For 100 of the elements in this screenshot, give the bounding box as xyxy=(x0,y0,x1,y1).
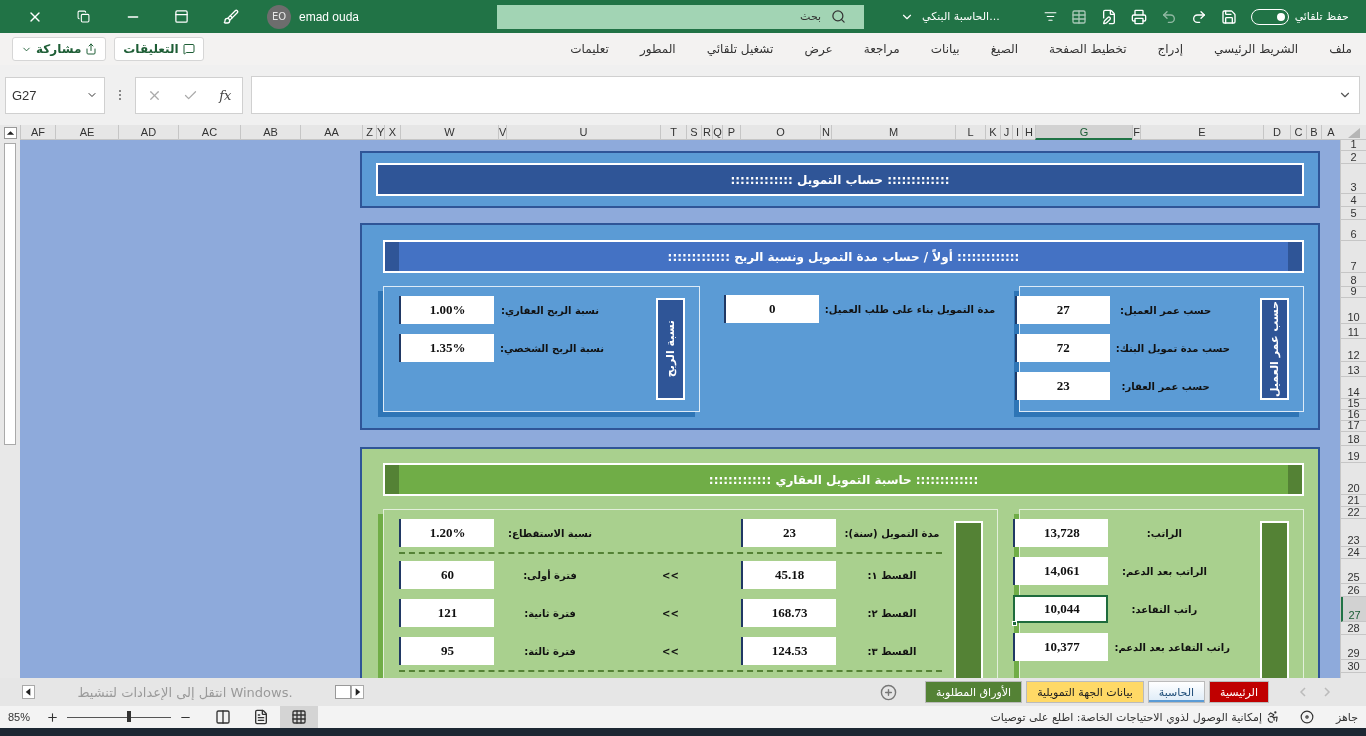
row-header[interactable]: 22 xyxy=(1341,507,1366,519)
zoom-level[interactable]: 85% xyxy=(8,711,31,723)
table-icon[interactable] xyxy=(1070,8,1087,25)
value-cell[interactable]: 13,728 xyxy=(1013,519,1109,547)
row-header[interactable]: 9 xyxy=(1341,287,1366,298)
ribbon-tab[interactable]: تشغيل تلقائي xyxy=(706,42,774,56)
row-header[interactable]: 17 xyxy=(1341,421,1366,432)
row-header[interactable]: 20 xyxy=(1341,463,1366,495)
row-header[interactable]: 25 xyxy=(1341,559,1366,584)
file-pen-icon[interactable] xyxy=(1100,8,1117,25)
search-field[interactable]: بحث xyxy=(497,4,865,29)
row-header[interactable]: 15 xyxy=(1341,399,1366,410)
horizontal-scroll-thumb[interactable] xyxy=(335,685,351,699)
accessibility-status[interactable]: إمكانية الوصول لذوي الاحتياجات الخاصة: اطلع على توصيات xyxy=(990,710,1262,724)
sheet-tab[interactable]: بيانات الجهة التمويلية xyxy=(1026,681,1144,703)
value-cell[interactable]: 95 xyxy=(399,637,494,665)
value-cell[interactable]: 1.20% xyxy=(399,519,494,547)
value-cell[interactable]: 10,044 xyxy=(1013,595,1109,623)
ribbon-tab[interactable]: عرض xyxy=(804,42,833,56)
ribbon-tab[interactable]: إدراج xyxy=(1157,42,1184,56)
column-header[interactable]: G xyxy=(1035,125,1132,140)
field-label: القسط ٣: xyxy=(866,645,918,657)
row-header[interactable]: 13 xyxy=(1341,362,1366,377)
undo-icon[interactable] xyxy=(1160,8,1177,25)
ribbon-display-icon[interactable] xyxy=(174,9,189,24)
value-cell[interactable]: 23 xyxy=(1014,372,1110,400)
scroll-right-icon[interactable] xyxy=(351,685,364,699)
row-header[interactable]: 27 xyxy=(1341,597,1366,622)
row-header[interactable]: 6 xyxy=(1341,220,1366,241)
restore-icon[interactable] xyxy=(77,10,90,23)
ribbon-tab[interactable]: تخطيط الصفحة xyxy=(1049,42,1127,56)
ribbon-tab[interactable]: الشريط الرئيسي xyxy=(1214,42,1299,56)
ribbon-tab[interactable]: مراجعة xyxy=(863,42,900,56)
scroll-thumb[interactable] xyxy=(4,143,16,445)
row-header[interactable]: 28 xyxy=(1341,622,1366,635)
value-cell[interactable]: 72 xyxy=(1014,334,1110,362)
scroll-left-icon[interactable] xyxy=(22,685,35,699)
accessibility-icon[interactable] xyxy=(1265,710,1280,724)
arrow-text: >> xyxy=(661,607,680,619)
arrow-text: >> xyxy=(661,645,680,657)
formula-input[interactable] xyxy=(251,76,1360,114)
value-cell[interactable]: 0 xyxy=(723,295,819,323)
row-header[interactable]: 1 xyxy=(1341,140,1366,151)
value-cell[interactable]: 1.35% xyxy=(399,334,494,362)
value-cell[interactable]: 23 xyxy=(741,519,836,547)
row-header[interactable]: 24 xyxy=(1341,547,1366,559)
field-label: الراتب: xyxy=(1145,527,1183,539)
row-header[interactable]: 21 xyxy=(1341,495,1366,507)
zoom-thumb[interactable] xyxy=(127,711,132,722)
value-cell[interactable]: 168.73 xyxy=(741,599,836,627)
add-sheet-icon[interactable] xyxy=(880,683,897,701)
name-box[interactable]: G27 xyxy=(5,76,105,114)
row-header[interactable]: 18 xyxy=(1341,432,1366,446)
share-button[interactable]: مشاركة xyxy=(12,37,107,61)
row-header[interactable]: 11 xyxy=(1341,324,1366,339)
value-cell[interactable]: 14,061 xyxy=(1013,557,1109,585)
value-cell[interactable]: 45.18 xyxy=(741,561,836,589)
field-label: القسط ١: xyxy=(866,569,918,581)
ribbon-tab[interactable]: تعليمات xyxy=(570,42,609,56)
ribbon-tab[interactable]: بيانات xyxy=(930,42,960,56)
row-header[interactable]: 12 xyxy=(1341,339,1366,362)
save-icon[interactable] xyxy=(1220,8,1237,25)
sheet-tab[interactable]: الحاسبة xyxy=(1147,681,1206,703)
value-cell[interactable]: 124.53 xyxy=(741,637,836,665)
ribbon-tab[interactable]: ملف xyxy=(1329,42,1352,56)
printer-icon[interactable] xyxy=(1130,8,1147,25)
vertical-scrollbar[interactable] xyxy=(0,125,20,678)
sheet-tab[interactable]: الأوراق المطلوبة xyxy=(925,681,1023,703)
row-header[interactable]: 29 xyxy=(1341,635,1366,660)
value-cell[interactable]: 1.00% xyxy=(399,296,494,324)
value-cell[interactable]: 10,377 xyxy=(1013,633,1109,661)
brush-icon[interactable] xyxy=(222,8,239,25)
value-cell[interactable]: 60 xyxy=(399,561,494,589)
customize-icon[interactable] xyxy=(1043,10,1057,23)
row-header[interactable]: 8 xyxy=(1341,273,1366,287)
user-avatar[interactable]: EO xyxy=(267,4,291,29)
row-header[interactable]: 2 xyxy=(1341,151,1366,164)
row-header[interactable]: 30 xyxy=(1341,660,1366,673)
zoom-in-icon[interactable] xyxy=(46,710,60,724)
ribbon-tab[interactable]: المطور xyxy=(639,42,676,56)
row-header[interactable]: 23 xyxy=(1341,519,1366,547)
view-button[interactable] xyxy=(280,706,319,728)
row-header[interactable]: 16 xyxy=(1341,410,1366,421)
row-header[interactable]: 5 xyxy=(1341,207,1366,220)
row-header[interactable]: 10 xyxy=(1341,298,1366,324)
row-header[interactable]: 7 xyxy=(1341,241,1366,273)
macro-record-icon[interactable] xyxy=(1299,710,1314,724)
scroll-up-icon[interactable] xyxy=(3,127,17,139)
file-name[interactable]: الحاسبة البنكي... xyxy=(922,10,1000,23)
redo-icon[interactable] xyxy=(1190,8,1207,25)
row-header[interactable]: 19 xyxy=(1341,446,1366,463)
insert-function-button[interactable]: fx xyxy=(219,87,232,103)
row-header[interactable]: 14 xyxy=(1341,377,1366,399)
row-header[interactable]: 4 xyxy=(1341,194,1366,207)
value-cell[interactable]: 121 xyxy=(399,599,494,627)
comments-button[interactable]: التعليقات xyxy=(114,37,204,61)
value-cell[interactable]: 27 xyxy=(1014,296,1110,324)
sheet-tab[interactable]: الرئيسية xyxy=(1209,681,1269,703)
row-header[interactable]: 3 xyxy=(1341,164,1366,194)
ribbon-tab[interactable]: الصيغ xyxy=(990,42,1019,56)
